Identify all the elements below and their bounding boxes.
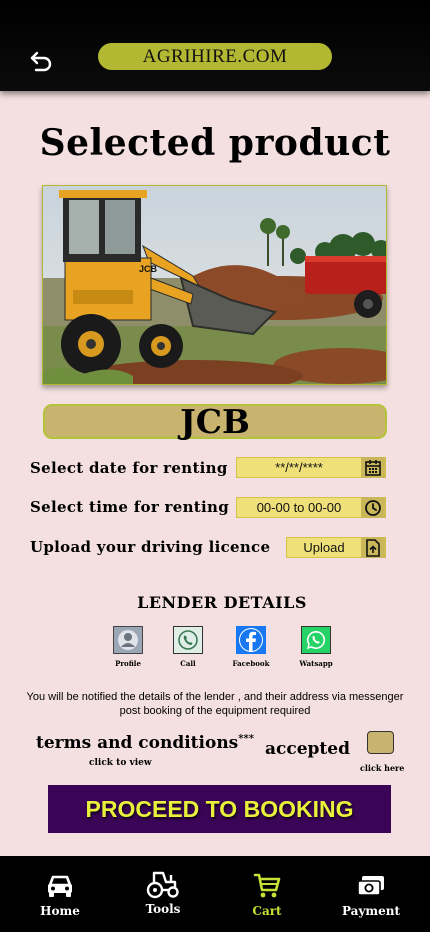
- back-arrow-icon: [30, 51, 52, 72]
- terms-label: terms and conditions: [36, 733, 239, 753]
- facebook-label: Facebook: [232, 659, 270, 668]
- cart-icon: [227, 870, 307, 902]
- lender-whatsapp-button[interactable]: Watsapp: [286, 626, 346, 668]
- profile-label: Profile: [115, 659, 141, 668]
- lender-notice: You will be notified the details of the …: [26, 691, 404, 717]
- brand-logo: AGRIHIRE.COM: [98, 43, 332, 70]
- svg-text:JCB: JCB: [139, 264, 158, 274]
- lender-heading: LENDER DETAILS: [137, 593, 307, 612]
- licence-upload-button[interactable]: Upload: [286, 537, 386, 558]
- nav-home-label: Home: [40, 904, 80, 918]
- date-value: **/**/****: [275, 460, 323, 475]
- product-image: JCB: [42, 185, 387, 385]
- page-title: Selected product: [39, 122, 391, 164]
- clock-icon: [361, 497, 385, 518]
- upload-file-icon: [361, 537, 385, 558]
- nav-payment-label: Payment: [341, 904, 401, 918]
- nav-cart[interactable]: Cart: [227, 870, 307, 918]
- lender-profile-button[interactable]: Profile: [98, 626, 158, 668]
- licence-label: Upload your driving licence: [30, 538, 271, 556]
- time-picker[interactable]: 00-00 to 00-00: [236, 497, 386, 518]
- checkbox-hint: click here: [360, 763, 405, 773]
- upload-label: Upload: [303, 540, 345, 555]
- app-header: AGRIHIRE.COM: [0, 0, 430, 91]
- nav-home[interactable]: Home: [20, 870, 100, 918]
- time-value: 00-00 to 00-00: [256, 500, 342, 515]
- money-icon: [331, 870, 411, 902]
- accepted-label: accepted: [265, 739, 350, 759]
- call-label: Call: [180, 659, 196, 668]
- profile-icon: [113, 626, 143, 654]
- terms-accept-checkbox[interactable]: [367, 731, 394, 754]
- product-name: JCB: [43, 402, 387, 441]
- facebook-icon: [236, 626, 266, 654]
- date-label: Select date for renting: [30, 459, 228, 477]
- jcb-photo: JCB: [43, 186, 386, 384]
- lender-facebook-button[interactable]: Facebook: [221, 626, 281, 668]
- calendar-icon: [361, 457, 385, 478]
- nav-tools[interactable]: Tools: [123, 868, 203, 916]
- back-button[interactable]: [28, 48, 56, 74]
- date-picker[interactable]: **/**/****: [236, 457, 386, 478]
- nav-payment[interactable]: Payment: [331, 870, 411, 918]
- bottom-nav: Home Tools Cart Payment: [0, 856, 430, 932]
- nav-tools-label: Tools: [145, 902, 181, 916]
- proceed-to-booking-button[interactable]: PROCEED TO BOOKING: [48, 785, 391, 833]
- whatsapp-icon: [301, 626, 331, 654]
- terms-marks: ***: [238, 733, 254, 745]
- nav-cart-label: Cart: [252, 904, 282, 918]
- phone-icon: [173, 626, 203, 654]
- time-label: Select time for renting: [30, 498, 230, 516]
- lender-call-button[interactable]: Call: [158, 626, 218, 668]
- car-icon: [20, 870, 100, 902]
- tractor-icon: [123, 868, 203, 900]
- terms-link[interactable]: terms and conditions***: [36, 733, 254, 753]
- whatsapp-label: Watsapp: [299, 659, 333, 668]
- terms-view-hint: click to view: [89, 758, 152, 768]
